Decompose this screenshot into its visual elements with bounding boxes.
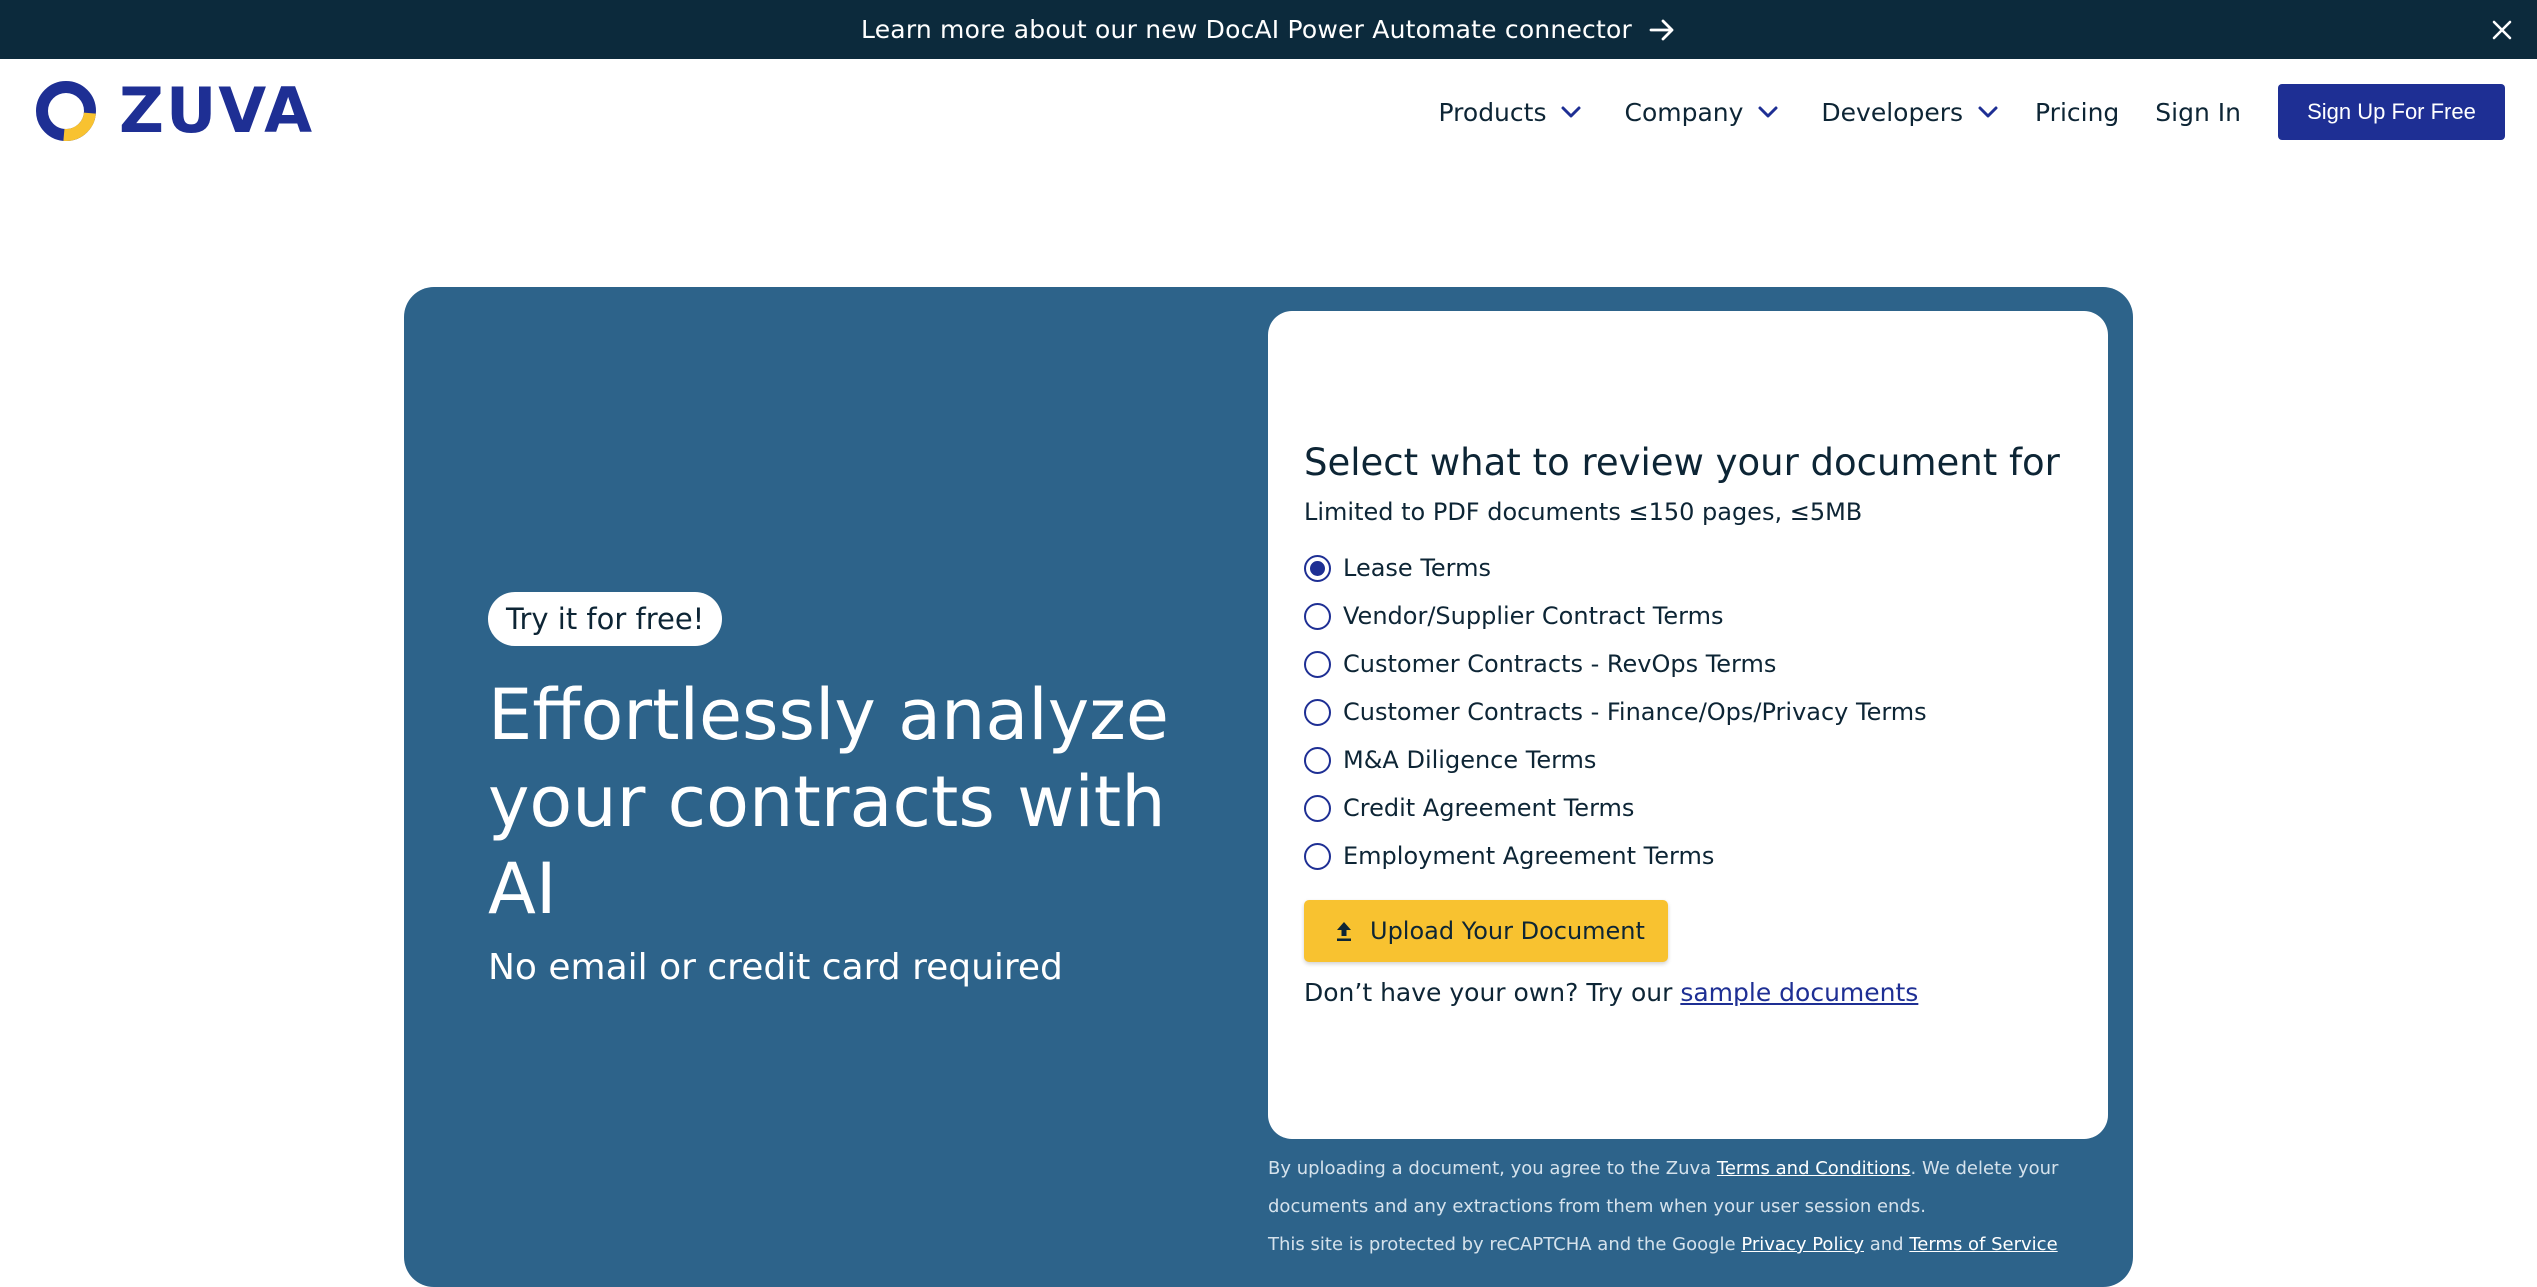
radio-selected-icon[interactable] bbox=[1304, 554, 1331, 582]
nav-pricing[interactable]: Pricing bbox=[2035, 98, 2119, 127]
logo-wordmark: ZUVA bbox=[119, 74, 315, 147]
sign-up-button[interactable]: Sign Up For Free bbox=[2278, 84, 2505, 140]
review-card-title: Select what to review your document for bbox=[1304, 441, 2060, 484]
nav-developers[interactable]: Developers bbox=[1821, 98, 1999, 127]
legal-fine-print: By uploading a document, you agree to th… bbox=[1268, 1150, 2068, 1264]
sample-documents-link[interactable]: sample documents bbox=[1680, 978, 1918, 1007]
radio-label[interactable]: Employment Agreement Terms bbox=[1343, 842, 1714, 870]
sample-prefix: Don’t have your own? Try our bbox=[1304, 978, 1681, 1007]
fine-print-text: and bbox=[1864, 1234, 1910, 1255]
radio-label[interactable]: Lease Terms bbox=[1343, 554, 1491, 582]
announcement-bar: Learn more about our new DocAI Power Aut… bbox=[0, 0, 2537, 59]
radio-customer-finance[interactable]: Customer Contracts - Finance/Ops/Privacy… bbox=[1304, 688, 1927, 736]
logo[interactable]: ZUVA bbox=[35, 80, 314, 142]
announcement-link[interactable]: Learn more about our new DocAI Power Aut… bbox=[861, 15, 1632, 44]
radio-label[interactable]: Customer Contracts - RevOps Terms bbox=[1343, 650, 1776, 678]
close-icon[interactable] bbox=[2487, 15, 2517, 45]
file-limit-note: Limited to PDF documents ≤150 pages, ≤5M… bbox=[1304, 498, 1863, 526]
radio-unselected-icon[interactable] bbox=[1304, 602, 1331, 630]
chevron-down-icon bbox=[1978, 106, 1998, 118]
nav-sign-in[interactable]: Sign In bbox=[2155, 98, 2241, 127]
nav-company[interactable]: Company bbox=[1624, 98, 1779, 127]
radio-unselected-icon[interactable] bbox=[1304, 698, 1331, 726]
hero-subtitle: No email or credit card required bbox=[488, 947, 1063, 988]
radio-unselected-icon[interactable] bbox=[1304, 794, 1331, 822]
upload-button-label: Upload Your Document bbox=[1370, 917, 1645, 945]
radio-credit-agreement[interactable]: Credit Agreement Terms bbox=[1304, 784, 1927, 832]
nav-developers-label: Developers bbox=[1821, 97, 1964, 127]
chevron-down-icon bbox=[1758, 106, 1778, 118]
radio-ma-diligence[interactable]: M&A Diligence Terms bbox=[1304, 736, 1927, 784]
nav-company-label: Company bbox=[1624, 97, 1744, 127]
terms-conditions-link[interactable]: Terms and Conditions bbox=[1717, 1158, 1911, 1179]
sample-documents-text: Don’t have your own? Try our sample docu… bbox=[1304, 978, 1918, 1007]
review-type-radio-group: Lease Terms Vendor/Supplier Contract Ter… bbox=[1304, 544, 1927, 880]
chevron-down-icon bbox=[1561, 106, 1581, 118]
hero-title: Effortlessly analyze your contracts with… bbox=[488, 674, 1169, 930]
arrow-right-icon[interactable] bbox=[1648, 16, 1676, 44]
main-nav: ZUVA Products Company Developers Pricing… bbox=[0, 59, 2537, 165]
radio-customer-revops[interactable]: Customer Contracts - RevOps Terms bbox=[1304, 640, 1927, 688]
logo-ring-icon bbox=[36, 81, 96, 141]
upload-document-button[interactable]: Upload Your Document bbox=[1304, 900, 1668, 962]
fine-print-text: This site is protected by reCAPTCHA and … bbox=[1268, 1234, 1742, 1255]
radio-lease-terms[interactable]: Lease Terms bbox=[1304, 544, 1927, 592]
radio-label[interactable]: Vendor/Supplier Contract Terms bbox=[1343, 602, 1723, 630]
terms-of-service-link[interactable]: Terms of Service bbox=[1909, 1234, 2057, 1255]
upload-icon bbox=[1337, 922, 1351, 941]
fine-print-text: By uploading a document, you agree to th… bbox=[1268, 1158, 1717, 1179]
hero-panel: Try it for free! Effortlessly analyze yo… bbox=[404, 287, 2133, 1287]
radio-label[interactable]: M&A Diligence Terms bbox=[1343, 746, 1596, 774]
radio-unselected-icon[interactable] bbox=[1304, 842, 1331, 870]
radio-unselected-icon[interactable] bbox=[1304, 650, 1331, 678]
radio-vendor-supplier[interactable]: Vendor/Supplier Contract Terms bbox=[1304, 592, 1927, 640]
nav-menu: Products Company Developers Pricing Sign… bbox=[1439, 59, 2505, 165]
privacy-policy-link[interactable]: Privacy Policy bbox=[1741, 1234, 1864, 1255]
nav-products-label: Products bbox=[1438, 97, 1547, 127]
free-trial-badge: Try it for free! bbox=[488, 592, 723, 646]
radio-employment-agreement[interactable]: Employment Agreement Terms bbox=[1304, 832, 1927, 880]
radio-label[interactable]: Credit Agreement Terms bbox=[1343, 794, 1634, 822]
nav-products[interactable]: Products bbox=[1439, 98, 1583, 127]
radio-unselected-icon[interactable] bbox=[1304, 746, 1331, 774]
review-card: Select what to review your document for … bbox=[1268, 311, 2108, 1139]
radio-label[interactable]: Customer Contracts - Finance/Ops/Privacy… bbox=[1343, 698, 1927, 726]
